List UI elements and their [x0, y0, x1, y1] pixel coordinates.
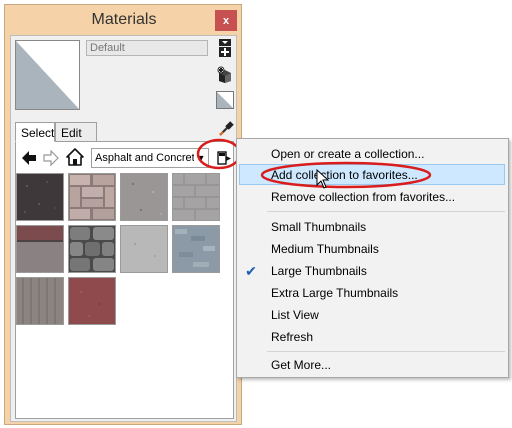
material-swatch-image: [16, 41, 79, 109]
display-secondary-pane-icon[interactable]: [216, 39, 234, 57]
create-material-icon[interactable]: [216, 66, 234, 84]
material-thumbnail[interactable]: [16, 173, 64, 221]
material-thumbnail[interactable]: [172, 225, 220, 273]
materials-window: Materials x Default Select Edit Asphalt …: [4, 4, 242, 425]
menu-item-extra-large-thumbnails[interactable]: Extra Large Thumbnails: [271, 283, 398, 303]
tab-edit[interactable]: Edit: [55, 122, 97, 142]
menu-item-refresh[interactable]: Refresh: [271, 327, 313, 347]
menu-item-medium-thumbnails[interactable]: Medium Thumbnails: [271, 239, 379, 259]
material-thumbnail[interactable]: [16, 225, 64, 273]
close-button[interactable]: x: [215, 10, 237, 31]
material-thumbnail[interactable]: [68, 173, 116, 221]
forward-arrow-icon[interactable]: [42, 149, 60, 167]
materials-panel: Default Select Edit Asphalt and Concrete…: [10, 35, 237, 422]
collection-dropdown-value: Asphalt and Concrete: [95, 152, 201, 164]
material-thumbnail[interactable]: [172, 173, 220, 221]
window-title: Materials: [91, 11, 157, 28]
material-thumbnail-grid: [15, 172, 225, 325]
menu-item-large-thumbnails[interactable]: Large Thumbnails: [271, 261, 367, 281]
menu-item-list-view[interactable]: List View: [271, 305, 319, 325]
mouse-cursor-icon: [316, 169, 330, 189]
material-thumbnail[interactable]: [68, 225, 116, 273]
checkmark-icon: ✔: [245, 262, 257, 279]
home-icon[interactable]: [66, 148, 84, 166]
back-arrow-icon[interactable]: [20, 149, 38, 167]
default-material-icon[interactable]: [216, 91, 234, 109]
menu-separator: [267, 351, 505, 352]
menu-item-small-thumbnails[interactable]: Small Thumbnails: [271, 217, 366, 237]
annotation-ellipse-add-favorites: [260, 161, 432, 189]
menu-separator: [267, 211, 505, 212]
material-name-field[interactable]: Default: [86, 40, 208, 56]
menu-item-get-more[interactable]: Get More...: [271, 355, 331, 375]
collection-dropdown[interactable]: Asphalt and Concrete ▼: [91, 148, 209, 168]
tab-select[interactable]: Select: [15, 122, 55, 142]
material-thumbnail[interactable]: [16, 277, 64, 325]
material-thumbnail[interactable]: [120, 225, 168, 273]
material-thumbnail[interactable]: [120, 173, 168, 221]
material-thumbnail[interactable]: [68, 277, 116, 325]
material-preview: [15, 40, 80, 110]
